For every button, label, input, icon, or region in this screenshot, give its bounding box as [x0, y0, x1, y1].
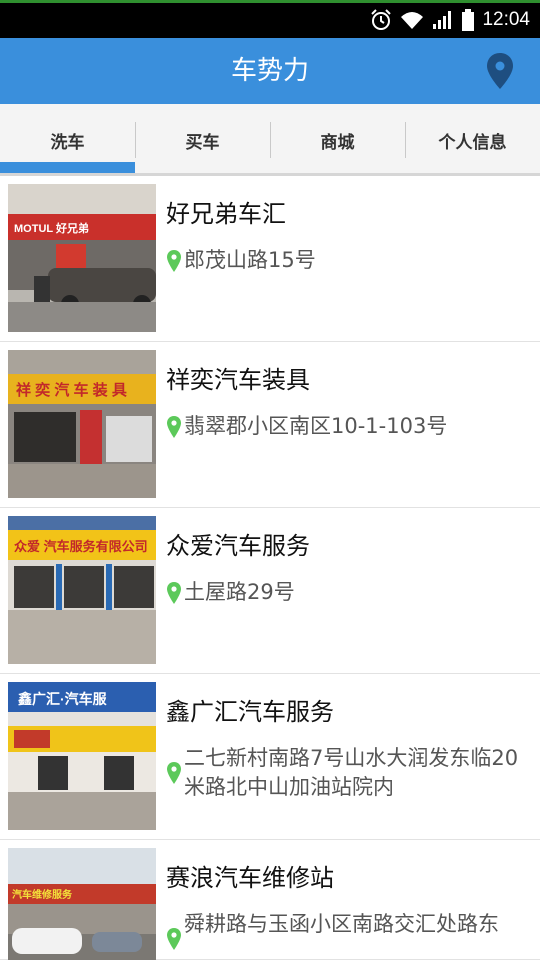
shop-sign: MOTUL 好兄弟 [14, 221, 89, 235]
location-pin-icon [167, 582, 181, 604]
tab-buy-car[interactable]: 买车 [135, 104, 270, 176]
shop-address: 舜耕路与玉函小区南路交汇处路东 [166, 910, 532, 951]
status-icons: 12:04 [370, 7, 530, 33]
location-pin-icon [167, 250, 181, 272]
tab-label: 买车 [185, 132, 220, 153]
active-tab-indicator [0, 162, 135, 173]
shop-photo: 鑫广汇·汽车服 [8, 682, 156, 830]
battery-icon [462, 9, 475, 31]
shop-item[interactable]: 鑫广汇·汽车服 鑫广汇汽车服务 二七新村南路7号山水大润发东临20米路北中山加油… [0, 674, 540, 840]
shop-name: 鑫广汇汽车服务 [166, 698, 334, 726]
shop-item[interactable]: MOTUL 好兄弟 好兄弟车汇 郎茂山路15号 [0, 176, 540, 342]
shop-photo: 祥 奕 汽 车 装 具 [8, 350, 156, 498]
tab-label: 洗车 [50, 132, 85, 153]
location-pin-icon [167, 928, 181, 950]
location-pin-icon [167, 416, 181, 438]
clock: 12:04 [482, 9, 530, 30]
tab-profile[interactable]: 个人信息 [405, 104, 540, 176]
status-bar: 12:04 [0, 0, 540, 38]
shop-address: 二七新村南路7号山水大润发东临20米路北中山加油站院内 [166, 744, 532, 802]
tab-label: 个人信息 [438, 132, 507, 153]
address-text: 郎茂山路15号 [184, 248, 316, 272]
tab-mall[interactable]: 商城 [270, 104, 405, 176]
address-text: 二七新村南路7号山水大润发东临20米路北中山加油站院内 [184, 746, 519, 799]
tab-label: 商城 [320, 132, 355, 153]
shop-sign: 众爱 汽车服务有限公司 [14, 539, 148, 554]
shop-item[interactable]: 众爱 汽车服务有限公司 众爱汽车服务 土屋路29号 [0, 508, 540, 674]
address-text: 舜耕路与玉函小区南路交汇处路东 [184, 912, 499, 936]
shop-sign: 祥 奕 汽 车 装 具 [16, 381, 127, 399]
address-text: 土屋路29号 [184, 580, 295, 604]
status-accent-line [0, 0, 540, 3]
app-title: 车势力 [230, 56, 309, 86]
shop-photo: MOTUL 好兄弟 [8, 184, 156, 332]
shop-name: 祥奕汽车装具 [166, 366, 310, 394]
shop-address: 土屋路29号 [166, 578, 532, 607]
shop-photo: 汽车维修服务 [8, 848, 156, 960]
shop-name: 赛浪汽车维修站 [166, 864, 334, 892]
signal-icon [433, 11, 452, 29]
shop-item[interactable]: 祥 奕 汽 车 装 具 祥奕汽车装具 翡翠郡小区南区10-1-103号 [0, 342, 540, 508]
location-pin-icon [167, 762, 181, 784]
address-text: 翡翠郡小区南区10-1-103号 [184, 414, 448, 438]
shop-name: 好兄弟车汇 [166, 200, 286, 228]
shop-name: 众爱汽车服务 [166, 532, 310, 560]
shop-sign: 汽车维修服务 [12, 888, 73, 901]
shop-photo: 众爱 汽车服务有限公司 [8, 516, 156, 664]
shop-item[interactable]: 汽车维修服务 赛浪汽车维修站 舜耕路与玉函小区南路交汇处路东 [0, 840, 540, 960]
app-header: 车势力 [0, 38, 540, 104]
wifi-icon [401, 12, 424, 29]
shop-address: 翡翠郡小区南区10-1-103号 [166, 412, 532, 441]
location-pin-icon[interactable] [486, 52, 514, 90]
shop-address: 郎茂山路15号 [166, 246, 532, 275]
shop-sign: 鑫广汇·汽车服 [17, 691, 108, 707]
alarm-icon [371, 9, 392, 30]
